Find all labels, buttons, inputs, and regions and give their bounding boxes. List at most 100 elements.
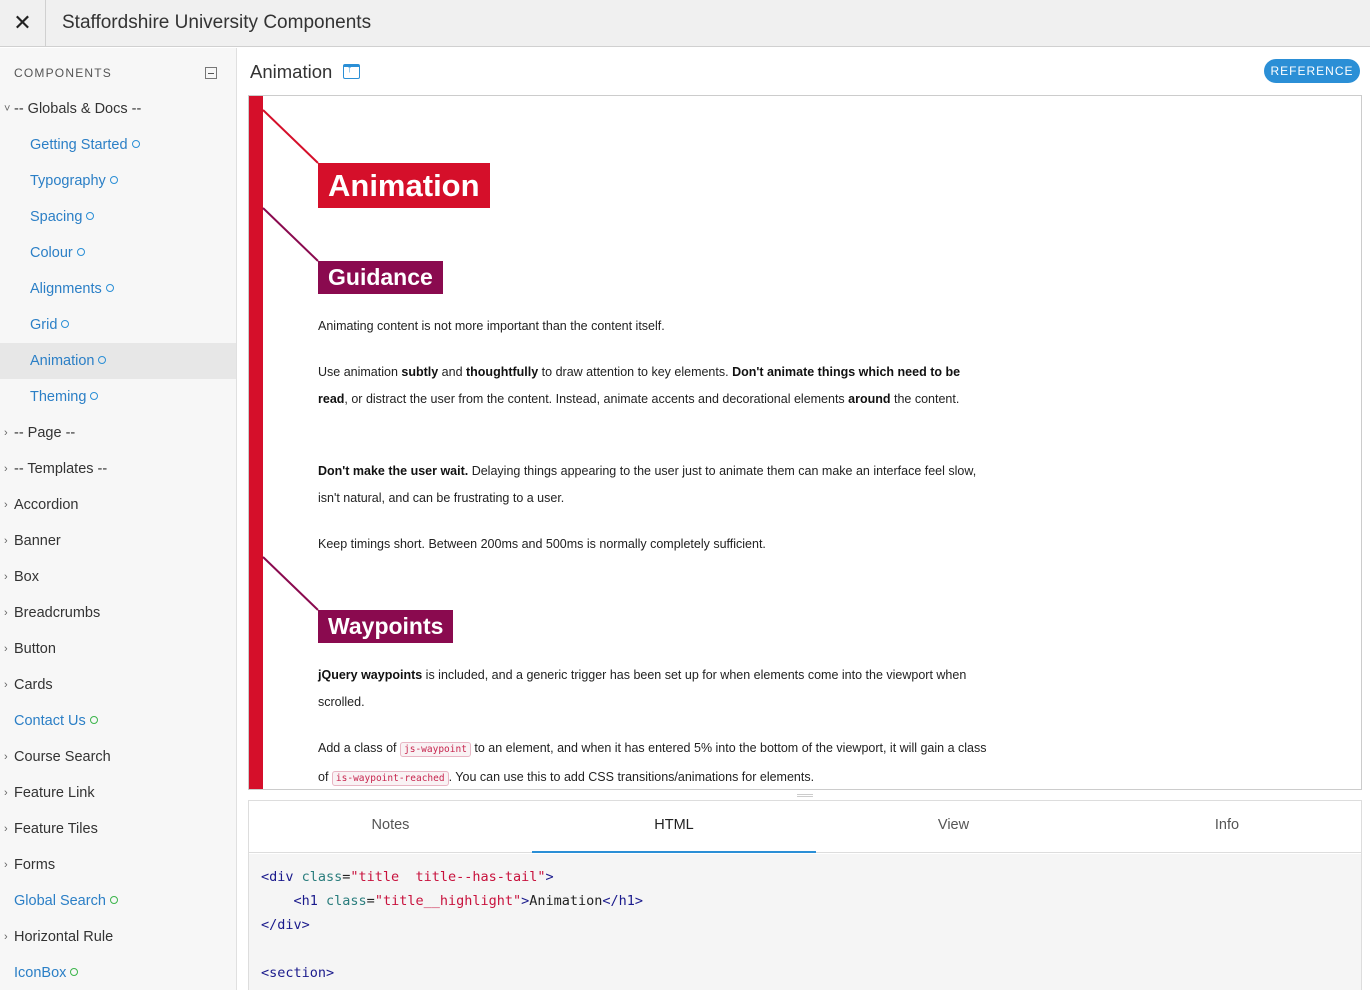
sidebar-item-box[interactable]: › Box [0,559,236,595]
sidebar-item-label: Forms [14,857,56,873]
reference-button[interactable]: REFERENCE [1264,59,1360,83]
status-dot-icon [76,248,85,256]
status-dot-icon [89,716,98,724]
chevron-right-icon[interactable]: › [4,811,8,847]
chevron-right-icon[interactable]: › [4,667,8,703]
sidebar-item-label: -- Templates -- [14,461,108,477]
sidebar-item-label: Contact Us [14,703,98,739]
status-dot-icon [109,176,118,184]
tab-notes[interactable]: Notes [249,801,532,853]
sidebar-item-label: Theming [30,379,99,415]
component-title: Animation [250,61,333,82]
guidance-heading: Guidance [318,261,443,294]
status-dot-icon [90,392,99,400]
sidebar-item-globals-docs[interactable]: ˅ -- Globals & Docs -- [0,91,236,127]
inline-code: js-waypoint [400,742,471,757]
sidebar-heading: COMPONENTS [14,66,113,80]
sidebar-item-label: Animation [30,343,107,379]
chevron-right-icon[interactable]: › [4,559,8,595]
sidebar-item-alignments[interactable]: Alignments [0,271,236,307]
sidebar-item-label: -- Page -- [14,425,76,441]
tab-view[interactable]: View [816,801,1091,853]
waypoints-heading: Waypoints [318,610,454,643]
sidebar-item-templates[interactable]: › -- Templates -- [0,451,236,487]
preview-paragraph: Don't make the user wait. Delaying thing… [318,464,977,505]
preview-paragraph: Animating content is not more important … [318,319,665,333]
chevron-right-icon[interactable]: › [4,631,8,667]
app-header: ✕ Staffordshire University Components [0,0,1370,47]
sidebar-item-feature-link[interactable]: › Feature Link [0,775,236,811]
sidebar-item-global-search[interactable]: Global Search [0,883,236,919]
chevron-right-icon[interactable]: › [4,919,8,955]
status-dot-icon [98,356,107,364]
preview-paragraph: Add a class of js-waypoint to an element… [318,741,987,786]
status-dot-icon [86,212,95,220]
sidebar-item-label: IconBox [14,955,79,990]
panel-tabs: Notes HTML View Info [249,801,1361,853]
sidebar-item-label: Breadcrumbs [14,605,101,621]
sidebar-item-typography[interactable]: Typography [0,163,236,199]
sidebar-item-label: Accordion [14,497,79,513]
sidebar-item-label: Banner [14,533,61,549]
sidebar-item-spacing[interactable]: Spacing [0,199,236,235]
sidebar-item-animation[interactable]: Animation [0,343,236,379]
sidebar-item-grid[interactable]: Grid [0,307,236,343]
info-panel: Notes HTML View Info <div class="title t… [248,800,1362,990]
html-code-view[interactable]: <div class="title title--has-tail"> <h1 … [249,854,1361,990]
chevron-right-icon[interactable]: › [4,847,8,883]
sidebar-item-label: Button [14,641,56,657]
sidebar-item-label: Cards [14,677,53,693]
tab-html[interactable]: HTML [532,801,816,853]
sidebar-item-horizontal-rule[interactable]: › Horizontal Rule [0,919,236,955]
open-external-icon[interactable] [343,63,360,79]
sidebar-item-theming[interactable]: Theming [0,379,236,415]
sidebar-item-course-search[interactable]: › Course Search [0,739,236,775]
preview-paragraph: Use animation subtly and thoughtfully to… [318,365,961,406]
tab-info[interactable]: Info [1091,801,1361,853]
preview-paragraph: jQuery waypoints is included, and a gene… [318,668,967,709]
status-dot-icon [131,140,140,148]
chevron-right-icon[interactable]: › [4,451,8,487]
sidebar-item-label: Colour [30,235,85,271]
sidebar-item-label: Alignments [30,271,114,307]
title-tails [262,109,319,611]
component-preview: Animation Guidance Animating content is … [248,95,1362,790]
sidebar-item-colour[interactable]: Colour [0,235,236,271]
chevron-right-icon[interactable]: › [4,523,8,559]
status-dot-icon [61,320,70,328]
chevron-right-icon[interactable]: › [4,415,8,451]
sidebar-item-label: -- Globals & Docs -- [14,101,142,117]
sidebar-item-forms[interactable]: › Forms [0,847,236,883]
sidebar-item-page[interactable]: › -- Page -- [0,415,236,451]
close-icon[interactable]: ✕ [0,0,46,46]
chevron-right-icon[interactable]: › [4,775,8,811]
sidebar-item-label: Getting Started [30,127,140,163]
sidebar-item-contact-us[interactable]: Contact Us [0,703,236,739]
inline-code: is-waypoint-reached [331,770,449,786]
sidebar-item-feature-tiles[interactable]: › Feature Tiles [0,811,236,847]
chevron-right-icon[interactable]: › [4,487,8,523]
preview-paragraph: Keep timings short. Between 200ms and 50… [318,537,766,551]
collapse-all-icon[interactable] [205,67,217,79]
status-dot-icon [70,968,79,976]
sidebar-item-getting-started[interactable]: Getting Started [0,127,236,163]
panel-resize-handle[interactable] [797,794,813,797]
sidebar-item-button[interactable]: › Button [0,631,236,667]
chevron-down-icon[interactable]: ˅ [4,91,10,127]
sidebar-item-label: Global Search [14,883,118,919]
sidebar-item-banner[interactable]: › Banner [0,523,236,559]
sidebar-item-breadcrumbs[interactable]: › Breadcrumbs [0,595,236,631]
sidebar-item-iconbox[interactable]: IconBox [0,955,236,990]
app-title: Staffordshire University Components [62,12,372,33]
sidebar: COMPONENTS ˅ -- Globals & Docs -- Getting … [0,48,237,990]
sidebar-item-label: Course Search [14,749,111,765]
sidebar-item-cards[interactable]: › Cards [0,667,236,703]
component-tree: ˅ -- Globals & Docs -- Getting Started Typo… [0,91,236,990]
sidebar-item-label: Typography [30,163,118,199]
chevron-right-icon[interactable]: › [4,595,8,631]
chevron-right-icon[interactable]: › [4,739,8,775]
sidebar-item-label: Spacing [30,199,95,235]
status-dot-icon [105,284,114,292]
status-dot-icon [109,896,118,904]
sidebar-item-accordion[interactable]: › Accordion [0,487,236,523]
